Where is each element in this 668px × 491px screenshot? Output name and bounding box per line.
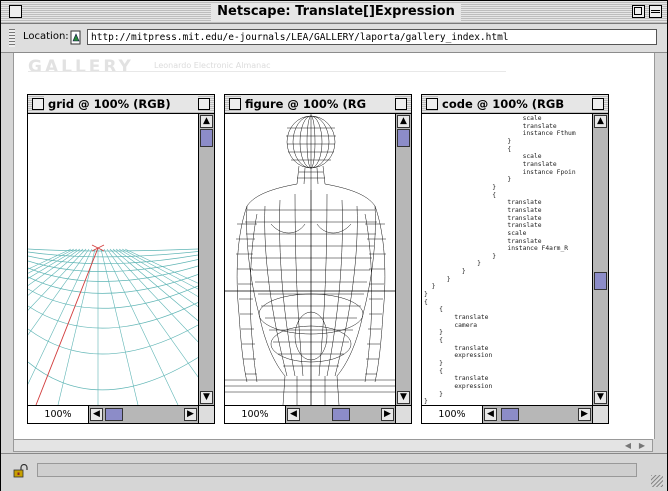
scroll-up-arrow-icon[interactable]: ▲ bbox=[594, 115, 607, 128]
grid-panel: grid @ 100% (RGB) ▲ ▼ 100% ◀ ▶ bbox=[27, 94, 215, 424]
zoom-level[interactable]: 100% bbox=[225, 406, 286, 423]
vertical-scrollbar[interactable]: ▲ ▼ bbox=[395, 114, 411, 405]
wireframe-figure bbox=[225, 114, 395, 405]
scroll-right-arrow-icon[interactable]: ▶ bbox=[578, 408, 591, 421]
panel-title-bar[interactable]: grid @ 100% (RGB) bbox=[28, 95, 214, 114]
scroll-thumb[interactable] bbox=[594, 272, 607, 290]
title-bar[interactable]: Netscape: Translate[]Expression bbox=[1, 1, 667, 24]
scroll-down-arrow-icon[interactable]: ▼ bbox=[397, 391, 410, 404]
grid-line bbox=[28, 254, 198, 265]
horizontal-scrollbar[interactable]: ◀ ▶ bbox=[286, 406, 395, 423]
grid-line bbox=[121, 248, 198, 290]
panel-footer: 100% ◀ ▶ bbox=[225, 405, 411, 423]
grid-line bbox=[28, 248, 90, 336]
horizontal-scrollbar[interactable]: ◀ ▶ bbox=[483, 406, 592, 423]
panel-footer: 100% ◀ ▶ bbox=[28, 405, 214, 423]
page-content: GALLERY Leonardo Electronic Almanac grid… bbox=[13, 53, 655, 439]
scroll-down-arrow-icon[interactable]: ▼ bbox=[594, 391, 607, 404]
status-message-field bbox=[37, 463, 637, 477]
perspective-grid bbox=[28, 244, 198, 405]
browser-window: Netscape: Translate[]Expression Location… bbox=[0, 0, 668, 491]
unlocked-padlock-icon[interactable] bbox=[13, 464, 29, 478]
zoom-box-icon[interactable] bbox=[198, 98, 210, 110]
grid-line bbox=[28, 357, 198, 391]
grid-line bbox=[28, 324, 198, 355]
scroll-thumb[interactable] bbox=[397, 129, 410, 147]
grid-line bbox=[28, 248, 78, 279]
close-box-icon[interactable] bbox=[32, 98, 44, 110]
panel-title: code @ 100% (RGB bbox=[438, 96, 592, 112]
scroll-up-arrow-icon[interactable]: ▲ bbox=[200, 115, 213, 128]
grid-line bbox=[28, 259, 198, 272]
close-box-icon[interactable] bbox=[9, 5, 22, 18]
grid-line bbox=[28, 248, 87, 311]
header-rule bbox=[28, 71, 506, 72]
scroll-down-arrow-icon[interactable]: ▼ bbox=[200, 391, 213, 404]
grid-line bbox=[28, 302, 198, 329]
scroll-right-arrow-icon[interactable]: ▶ bbox=[381, 408, 394, 421]
figure-canvas bbox=[225, 114, 395, 405]
page-horizontal-scrollbar[interactable]: ◀ ▶ bbox=[13, 439, 653, 452]
grid-line bbox=[115, 248, 198, 307]
zoom-box-icon[interactable] bbox=[592, 98, 604, 110]
resize-box-icon[interactable] bbox=[395, 406, 411, 423]
scroll-up-arrow-icon[interactable]: ▲ bbox=[397, 115, 410, 128]
grid-line bbox=[28, 248, 72, 270]
resize-box-icon[interactable] bbox=[198, 406, 214, 423]
resize-box-icon[interactable] bbox=[592, 406, 608, 423]
scroll-thumb[interactable] bbox=[501, 408, 519, 421]
grid-line bbox=[124, 248, 198, 284]
zoom-level[interactable]: 100% bbox=[28, 406, 89, 423]
collapse-box-icon[interactable] bbox=[649, 5, 662, 18]
zoom-level[interactable]: 100% bbox=[422, 406, 483, 423]
grid-line bbox=[28, 285, 198, 309]
scroll-left-arrow-icon[interactable]: ◀ bbox=[484, 408, 497, 421]
close-box-icon[interactable] bbox=[229, 98, 241, 110]
grid-line bbox=[28, 274, 198, 294]
grid-line bbox=[112, 248, 198, 322]
grid-line bbox=[28, 248, 84, 296]
resize-grip-icon[interactable] bbox=[651, 475, 663, 487]
panel-title: figure @ 100% (RG bbox=[241, 96, 395, 112]
status-bar bbox=[1, 453, 667, 491]
location-label: Location: bbox=[23, 31, 69, 42]
panel-footer: 100% ◀ ▶ bbox=[422, 405, 608, 423]
zoom-box-icon[interactable] bbox=[632, 5, 645, 18]
close-box-icon[interactable] bbox=[426, 98, 438, 110]
gallery-subtitle: Leonardo Electronic Almanac bbox=[154, 61, 271, 70]
scroll-thumb[interactable] bbox=[105, 408, 123, 421]
toolbar-grip[interactable] bbox=[9, 29, 15, 47]
window-title: Netscape: Translate[]Expression bbox=[211, 3, 461, 21]
location-toolbar: Location: http://mitpress.mit.edu/e-jour… bbox=[1, 24, 667, 53]
scroll-left-arrow-icon[interactable]: ◀ bbox=[287, 408, 300, 421]
grid-canvas bbox=[28, 114, 198, 405]
vertical-scrollbar[interactable]: ▲ ▼ bbox=[198, 114, 214, 405]
horizontal-scrollbar[interactable]: ◀ ▶ bbox=[89, 406, 198, 423]
scroll-right-arrow-icon[interactable]: ▶ bbox=[636, 440, 648, 451]
code-canvas: scale translate instance Fthum } { scale… bbox=[422, 114, 592, 405]
red-axis-line bbox=[35, 247, 99, 405]
zoom-box-icon[interactable] bbox=[395, 98, 407, 110]
code-panel: code @ 100% (RGB scale translate instanc… bbox=[421, 94, 609, 424]
panel-title: grid @ 100% (RGB) bbox=[44, 96, 198, 112]
url-field[interactable]: http://mitpress.mit.edu/e-journals/LEA/G… bbox=[87, 29, 657, 45]
scroll-left-arrow-icon[interactable]: ◀ bbox=[622, 440, 634, 451]
scroll-right-arrow-icon[interactable]: ▶ bbox=[184, 408, 197, 421]
gallery-logo: GALLERY bbox=[28, 57, 134, 77]
panel-title-bar[interactable]: code @ 100% (RGB bbox=[422, 95, 608, 114]
panel-title-bar[interactable]: figure @ 100% (RG bbox=[225, 95, 411, 114]
grid-line bbox=[118, 248, 198, 297]
scroll-thumb[interactable] bbox=[200, 129, 213, 147]
scroll-thumb[interactable] bbox=[332, 408, 350, 421]
page-proxy-icon[interactable] bbox=[69, 30, 83, 46]
code-text: scale translate instance Fthum } { scale… bbox=[424, 115, 576, 405]
scroll-left-arrow-icon[interactable]: ◀ bbox=[90, 408, 103, 421]
vertical-scrollbar[interactable]: ▲ ▼ bbox=[592, 114, 608, 405]
figure-panel: figure @ 100% (RG ▲ ▼ 100% ◀ ▶ bbox=[224, 94, 412, 424]
